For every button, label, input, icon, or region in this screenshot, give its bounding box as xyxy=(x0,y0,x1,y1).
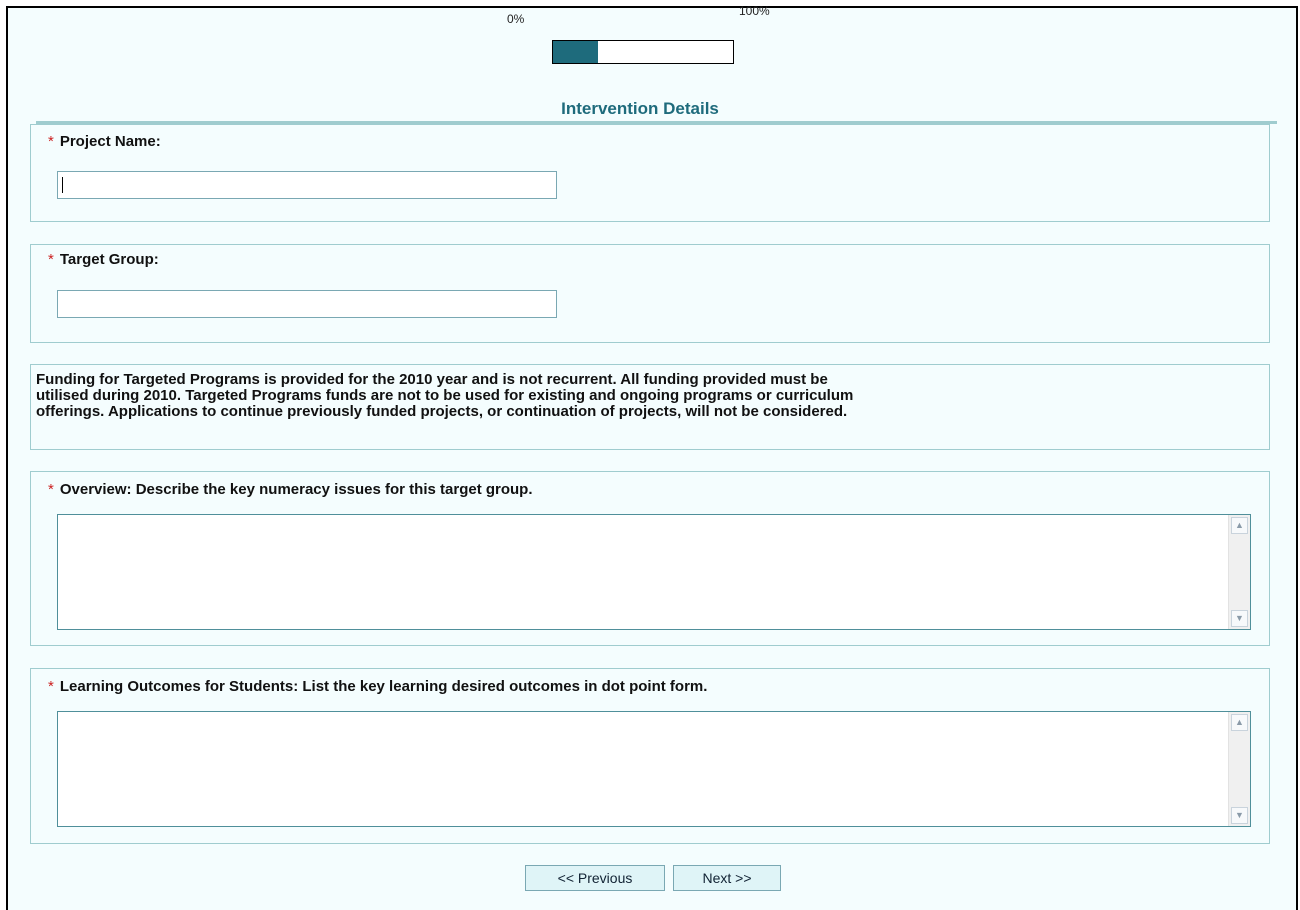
target-group-input[interactable] xyxy=(57,290,557,318)
overview-label-text: Overview: Describe the key numeracy issu… xyxy=(59,481,533,498)
next-button[interactable]: Next >> xyxy=(673,865,781,891)
progress-max-label: 100% xyxy=(739,4,770,18)
section-title: Intervention Details xyxy=(561,99,719,118)
funding-notice-line: utilised during 2010. Targeted Programs … xyxy=(36,387,854,404)
learning-outcomes-label: * Learning Outcomes for Students: List th… xyxy=(48,678,707,695)
required-marker: * xyxy=(48,678,54,695)
overview-scrollbar[interactable]: ▲ ▼ xyxy=(1228,515,1250,629)
project-name-input[interactable] xyxy=(57,171,557,199)
text-caret xyxy=(62,177,63,193)
funding-notice-panel: Funding for Targeted Programs is provide… xyxy=(30,364,1270,450)
learning-outcomes-scrollbar[interactable]: ▲ ▼ xyxy=(1228,712,1250,826)
overview-label: * Overview: Describe the key numeracy iss… xyxy=(48,481,533,498)
progress-bar-fill xyxy=(553,41,598,63)
target-group-label: * Target Group: xyxy=(48,251,159,268)
overview-panel: * Overview: Describe the key numeracy iss… xyxy=(30,471,1270,646)
learning-outcomes-label-text: Learning Outcomes for Students: List the… xyxy=(59,678,708,695)
target-group-panel: * Target Group: xyxy=(30,244,1270,343)
funding-notice-line: offerings. Applications to continue prev… xyxy=(36,403,848,420)
project-name-label-text: Project Name: xyxy=(59,133,161,150)
progress-bar xyxy=(552,40,734,64)
required-marker: * xyxy=(48,251,54,268)
learning-outcomes-panel: * Learning Outcomes for Students: List th… xyxy=(30,668,1270,844)
funding-notice: Funding for Targeted Programs is provide… xyxy=(36,372,1261,420)
overview-textarea[interactable]: ▲ ▼ xyxy=(57,514,1251,630)
target-group-label-text: Target Group: xyxy=(59,251,159,268)
scroll-up-arrow-icon[interactable]: ▲ xyxy=(1231,714,1248,731)
scroll-down-arrow-icon[interactable]: ▼ xyxy=(1231,807,1248,824)
previous-button[interactable]: << Previous xyxy=(525,865,665,891)
progress-min-label: 0% xyxy=(507,12,525,26)
learning-outcomes-textarea[interactable]: ▲ ▼ xyxy=(57,711,1251,827)
required-marker: * xyxy=(48,133,54,150)
scroll-up-arrow-icon[interactable]: ▲ xyxy=(1231,517,1248,534)
project-name-panel: * Project Name: xyxy=(30,124,1270,222)
scroll-down-arrow-icon[interactable]: ▼ xyxy=(1231,610,1248,627)
project-name-label: * Project Name: xyxy=(48,133,161,150)
funding-notice-line: Funding for Targeted Programs is provide… xyxy=(36,371,828,388)
required-marker: * xyxy=(48,481,54,498)
